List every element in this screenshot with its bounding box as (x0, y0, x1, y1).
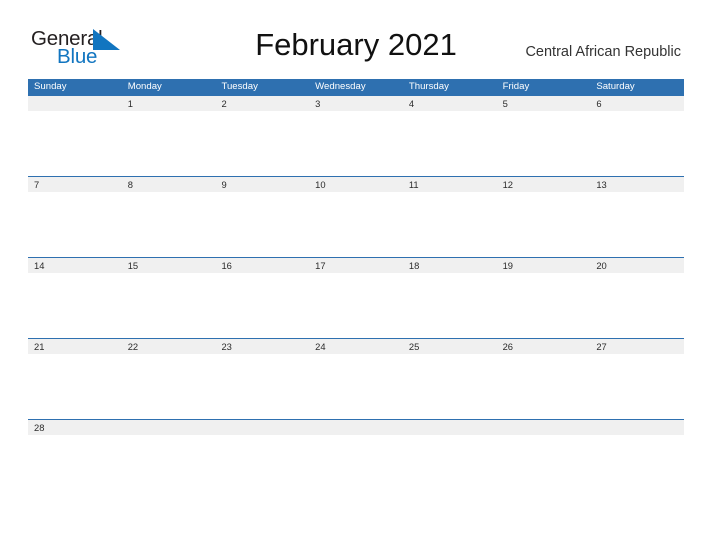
day-cell[interactable] (122, 420, 216, 435)
day-cell[interactable] (403, 420, 497, 435)
day-cell[interactable] (215, 420, 309, 435)
week-notes-area[interactable] (28, 111, 684, 176)
day-cell[interactable]: 10 (309, 177, 403, 192)
day-cell[interactable]: 21 (28, 339, 122, 354)
day-cell[interactable]: 26 (497, 339, 591, 354)
calendar-page: General Blue February 2021 Central Afric… (0, 0, 712, 550)
day-cell[interactable]: 4 (403, 96, 497, 111)
week-notes-area[interactable] (28, 192, 684, 257)
day-cell[interactable]: 20 (590, 258, 684, 273)
country-label: Central African Republic (525, 44, 681, 60)
day-cell[interactable] (590, 420, 684, 435)
day-cell[interactable]: 23 (215, 339, 309, 354)
weekday-wednesday: Wednesday (315, 81, 366, 92)
week-row: 21 22 23 24 25 26 27 (28, 338, 684, 419)
day-cell[interactable]: 16 (215, 258, 309, 273)
weekday-tuesday: Tuesday (221, 81, 258, 92)
weekday-saturday: Saturday (596, 81, 635, 92)
day-cell[interactable]: 8 (122, 177, 216, 192)
weekday-friday: Friday (502, 81, 530, 92)
week-date-strip: 21 22 23 24 25 26 27 (28, 339, 684, 354)
week-row: 1 2 3 4 5 6 (28, 95, 684, 176)
day-cell[interactable]: 24 (309, 339, 403, 354)
day-cell[interactable]: 14 (28, 258, 122, 273)
day-cell[interactable] (28, 96, 122, 111)
day-cell[interactable]: 5 (497, 96, 591, 111)
week-notes-area[interactable] (28, 273, 684, 338)
week-row: 14 15 16 17 18 19 20 (28, 257, 684, 338)
day-cell[interactable]: 7 (28, 177, 122, 192)
calendar-grid: Sunday Monday Tuesday Wednesday Thursday… (28, 79, 684, 448)
day-cell[interactable]: 15 (122, 258, 216, 273)
week-row: 28 (28, 419, 684, 448)
day-cell[interactable] (497, 420, 591, 435)
weekday-thursday: Thursday (408, 81, 449, 92)
week-date-strip: 28 (28, 420, 684, 435)
day-cell[interactable]: 11 (403, 177, 497, 192)
day-cell[interactable]: 22 (122, 339, 216, 354)
day-cell[interactable]: 28 (28, 420, 122, 435)
day-cell[interactable]: 13 (590, 177, 684, 192)
week-row: 7 8 9 10 11 12 13 (28, 176, 684, 257)
week-notes-area[interactable] (28, 435, 684, 448)
weekday-monday: Monday (127, 81, 162, 92)
weekday-header-row: Sunday Monday Tuesday Wednesday Thursday… (28, 79, 684, 95)
page-header: General Blue February 2021 Central Afric… (0, 0, 712, 76)
day-cell[interactable]: 25 (403, 339, 497, 354)
day-cell[interactable]: 18 (403, 258, 497, 273)
weekday-sunday: Sunday (34, 81, 67, 92)
day-cell[interactable]: 1 (122, 96, 216, 111)
day-cell[interactable]: 6 (590, 96, 684, 111)
day-cell[interactable]: 2 (215, 96, 309, 111)
day-cell[interactable]: 3 (309, 96, 403, 111)
week-date-strip: 7 8 9 10 11 12 13 (28, 177, 684, 192)
day-cell[interactable]: 19 (497, 258, 591, 273)
day-cell[interactable]: 17 (309, 258, 403, 273)
week-date-strip: 14 15 16 17 18 19 20 (28, 258, 684, 273)
week-date-strip: 1 2 3 4 5 6 (28, 96, 684, 111)
day-cell[interactable]: 27 (590, 339, 684, 354)
week-notes-area[interactable] (28, 354, 684, 419)
day-cell[interactable] (309, 420, 403, 435)
day-cell[interactable]: 12 (497, 177, 591, 192)
day-cell[interactable]: 9 (215, 177, 309, 192)
